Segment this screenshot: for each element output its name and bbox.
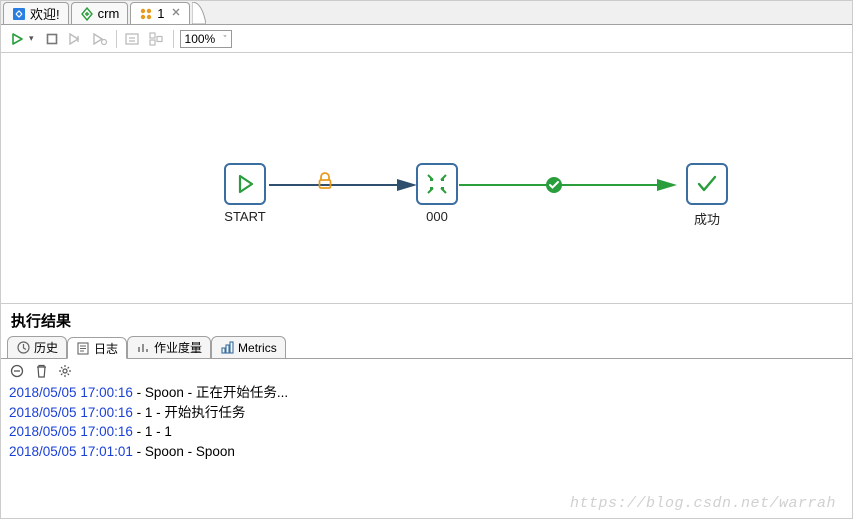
welcome-icon [12,7,26,21]
job-canvas[interactable]: START 000 成功 [1,53,852,303]
node-success-label: 成功 [686,209,728,228]
results-tab-history-label: 历史 [34,339,58,356]
node-000-label: 000 [416,209,458,224]
tab-welcome[interactable]: 欢迎! [3,2,69,24]
history-icon [16,341,30,355]
zoom-value: 100% [185,32,216,46]
results-tab-bar: 历史 日志 作业度量 Metrics [1,335,852,359]
node-000[interactable]: 000 [416,163,458,224]
log-toolbar [1,359,852,383]
tab-one-label: 1 [157,6,164,21]
tab-crm-label: crm [98,6,120,21]
run-dropdown-icon[interactable]: ▾ [29,33,34,44]
replay-button[interactable] [66,29,86,49]
results-tab-metrics-label: Metrics [238,341,277,355]
jobmetrics-icon [136,341,150,355]
lock-icon [317,172,333,193]
log-line: 2018/05/05 17:00:16 - Spoon - 正在开始任务... [9,383,844,403]
log-settings-button[interactable] [57,363,73,379]
results-tab-metrics[interactable]: Metrics [211,336,286,358]
chevron-down-icon: ˇ [224,34,227,44]
zoom-select[interactable]: 100% ˇ [180,30,232,48]
node-start-label: START [224,209,266,224]
impact-button[interactable] [147,29,167,49]
results-tab-log[interactable]: 日志 [67,337,127,359]
results-title: 执行结果 [1,303,852,335]
log-line: 2018/05/05 17:01:01 - Spoon - Spoon [9,442,844,462]
results-tab-jobmetrics[interactable]: 作业度量 [127,336,211,358]
close-icon[interactable] [171,7,181,20]
node-success[interactable]: 成功 [686,163,728,228]
sql-button[interactable] [123,29,143,49]
job-icon [139,7,153,21]
node-000-box [416,163,458,205]
node-start-box [224,163,266,205]
run-button[interactable] [7,29,27,49]
converge-icon [425,172,449,196]
log-icon [76,341,90,355]
log-line: 2018/05/05 17:00:16 - 1 - 开始执行任务 [9,403,844,423]
tab-crm[interactable]: crm [71,2,129,24]
edge-000-to-success [459,177,687,193]
results-tab-jobmetrics-label: 作业度量 [154,339,202,356]
check-icon [695,172,719,196]
results-tab-log-label: 日志 [94,340,118,357]
toolbar-separator [116,30,117,48]
check-badge-icon [545,176,563,197]
delete-log-button[interactable] [33,363,49,379]
edge-start-to-000 [269,177,429,193]
node-success-box [686,163,728,205]
editor-toolbar: ▾ 100% ˇ [1,25,852,53]
tab-one[interactable]: 1 [130,2,189,24]
log-line: 2018/05/05 17:00:16 - 1 - 1 [9,422,844,442]
log-output: 2018/05/05 17:00:16 - Spoon - 正在开始任务... … [1,383,852,469]
transform-icon [80,7,94,21]
toolbar-separator [173,30,174,48]
node-start[interactable]: START [224,163,266,224]
tab-welcome-label: 欢迎! [30,4,60,23]
watermark-text: https://blog.csdn.net/warrah [570,495,836,512]
preview-button[interactable] [90,29,110,49]
editor-tab-bar: 欢迎! crm 1 [1,1,852,25]
metrics-icon [220,341,234,355]
clear-log-button[interactable] [9,363,25,379]
results-tab-history[interactable]: 历史 [7,336,67,358]
play-icon [234,173,256,195]
tab-tail-decoration [192,2,206,24]
stop-button[interactable] [42,29,62,49]
